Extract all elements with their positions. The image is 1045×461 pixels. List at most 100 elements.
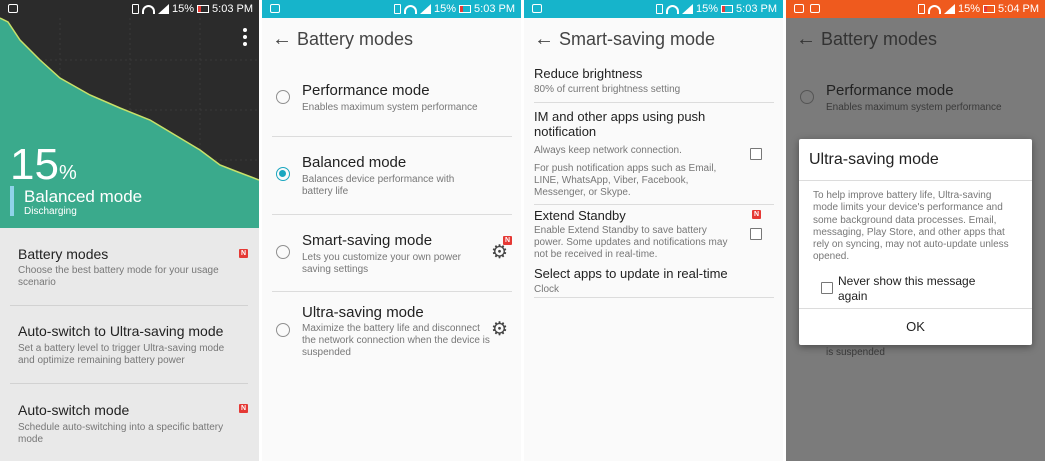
page-title: Battery modes <box>297 29 414 49</box>
battery-icon <box>459 5 472 13</box>
list-item-auto-switch-ultra[interactable]: Auto-switch to Ultra-saving mode Set a b… <box>0 306 259 383</box>
signal-icon <box>944 4 955 14</box>
battery-modes-screen: 15% 5:03 PM ← Battery modes Performance … <box>262 0 521 461</box>
vibrate-icon <box>394 4 401 14</box>
vibrate-icon <box>656 4 663 14</box>
signal-icon <box>682 4 693 14</box>
setting-select-apps-realtime[interactable]: Select apps to update in real-time Clock <box>524 264 783 298</box>
battery-percent: 15% <box>172 3 195 15</box>
dialog-message: To help improve battery life, Ultra-savi… <box>813 190 1009 263</box>
radio-button[interactable] <box>276 323 290 337</box>
radio-button-selected[interactable] <box>276 167 290 181</box>
page-title: Battery modes <box>821 29 938 49</box>
signal-icon <box>420 4 431 14</box>
divider <box>799 180 1032 181</box>
list-item-subtitle: Choose the best battery mode for your us… <box>18 265 219 288</box>
clock: 5:03 PM <box>474 3 515 15</box>
mode-title: Smart-saving mode <box>302 232 433 249</box>
mode-option-ultra-saving[interactable]: Ultra-saving mode Maximize the battery l… <box>262 292 521 372</box>
wifi-icon <box>142 4 155 14</box>
setting-title: IM and other apps using push notificatio… <box>534 109 706 139</box>
checkbox[interactable] <box>750 228 762 240</box>
radio-button[interactable] <box>276 245 290 259</box>
battery-level-unit: % <box>58 162 77 184</box>
battery-icon <box>197 5 210 13</box>
dialog-title: Ultra-saving mode <box>809 151 939 168</box>
radio-button[interactable] <box>800 90 814 104</box>
mode-option-smart-saving[interactable]: Smart-saving mode Lets you customize you… <box>262 215 521 292</box>
battery-percent: 15% <box>696 3 719 15</box>
notification-icon <box>810 4 820 13</box>
mode-title: Balanced mode <box>302 154 407 171</box>
battery-icon <box>721 5 734 13</box>
battery-status: Discharging <box>24 206 77 217</box>
wifi-icon <box>666 4 679 14</box>
list-item-subtitle: Schedule auto-switching into a specific … <box>18 422 224 445</box>
mode-option-performance[interactable]: Performance mode Enables maximum system … <box>262 62 521 136</box>
setting-subtitle: Always keep network connection. <box>534 145 682 156</box>
mode-option-balanced[interactable]: Balanced mode Balances device performanc… <box>262 137 521 214</box>
battery-menu-list: Battery modes Choose the best battery mo… <box>0 228 259 461</box>
status-bar: 15% 5:04 PM <box>786 0 1045 18</box>
mode-title: Ultra-saving mode <box>302 304 424 321</box>
battery-percent: 15% <box>958 3 981 15</box>
notification-icon <box>8 4 18 13</box>
mode-subtitle: Maximize the battery life and disconnect… <box>302 323 490 358</box>
setting-description: For push notification apps such as Email… <box>534 163 717 198</box>
list-item-battery-modes[interactable]: Battery modes Choose the best battery mo… <box>0 228 259 306</box>
radio-button[interactable] <box>276 90 290 104</box>
setting-subtitle: Enable Extend Standby to save battery po… <box>534 225 728 260</box>
list-item-subtitle: Set a battery level to trigger Ultra-sav… <box>18 343 225 366</box>
checkbox[interactable] <box>750 148 762 160</box>
ultra-saving-dialog: Ultra-saving mode To help improve batter… <box>799 139 1032 345</box>
current-mode: Balanced mode <box>24 187 143 206</box>
battery-icon <box>983 5 996 13</box>
list-item-title: Battery modes <box>18 246 109 262</box>
notification-icon <box>532 4 542 13</box>
settings-gear-icon[interactable]: ⚙ <box>491 243 508 262</box>
wifi-icon <box>928 4 941 14</box>
wifi-icon <box>404 4 417 14</box>
clock: 5:04 PM <box>998 3 1039 15</box>
back-arrow-icon[interactable]: ← <box>796 28 816 51</box>
page-title: Smart-saving mode <box>559 29 716 49</box>
vibrate-icon <box>918 4 925 14</box>
new-badge: N <box>239 249 248 258</box>
never-show-checkbox[interactable] <box>821 282 833 294</box>
divider <box>534 297 774 298</box>
settings-gear-icon[interactable]: ⚙ <box>491 320 508 339</box>
ok-button[interactable]: OK <box>799 309 1032 345</box>
back-arrow-icon[interactable]: ← <box>272 28 292 51</box>
setting-reduce-brightness[interactable]: Reduce brightness 80% of current brightn… <box>524 62 783 102</box>
battery-chart-area: 15% 5:03 PM 15% Balanced mode Dischargin… <box>0 0 259 228</box>
vibrate-icon <box>132 4 139 14</box>
never-show-label: Never show this message again <box>838 274 976 303</box>
mode-subtitle-fragment: is suspended <box>826 347 885 358</box>
battery-level-number: 15 <box>10 140 59 189</box>
status-bar: 15% 5:03 PM <box>262 0 521 18</box>
list-item-auto-switch-mode[interactable]: Auto-switch mode Schedule auto-switching… <box>0 384 259 461</box>
battery-percent: 15% <box>434 3 457 15</box>
smart-saving-screen: 15% 5:03 PM ← Smart-saving mode Reduce b… <box>524 0 783 461</box>
mode-title: Performance mode <box>826 82 954 99</box>
mode-subtitle: Lets you customize your own power saving… <box>302 252 461 275</box>
mode-subtitle: Balances device performance with battery… <box>302 174 455 197</box>
overflow-menu-icon[interactable] <box>243 28 247 46</box>
setting-extend-standby[interactable]: Extend Standby Enable Extend Standby to … <box>524 205 783 265</box>
back-arrow-icon[interactable]: ← <box>534 28 554 51</box>
new-badge: N <box>239 404 248 413</box>
list-item-title: Auto-switch to Ultra-saving mode <box>18 323 224 339</box>
clock: 5:03 PM <box>736 3 777 15</box>
setting-title: Extend Standby <box>534 208 626 223</box>
setting-push-notification-apps[interactable]: IM and other apps using push notificatio… <box>524 103 783 204</box>
notification-icon <box>270 4 280 13</box>
status-bar: 15% 5:03 PM <box>0 0 259 18</box>
setting-subtitle: 80% of current brightness setting <box>534 84 681 95</box>
mode-title: Performance mode <box>302 82 430 99</box>
new-badge: N <box>752 210 761 219</box>
new-badge: N <box>503 236 512 245</box>
setting-title: Reduce brightness <box>534 66 643 81</box>
battery-level: 15% <box>10 143 77 187</box>
notification-icon <box>794 4 804 13</box>
mode-subtitle: Enables maximum system performance <box>302 102 478 113</box>
